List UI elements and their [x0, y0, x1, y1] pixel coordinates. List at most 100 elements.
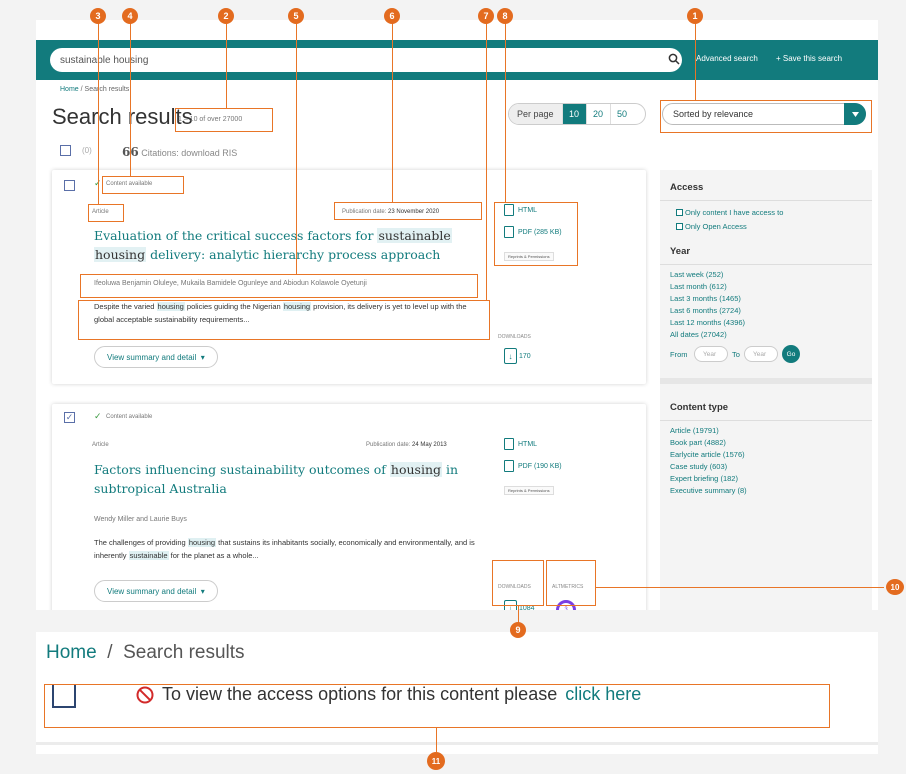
marker-11: 11	[427, 752, 445, 770]
per-page-option-50[interactable]: 50	[609, 104, 634, 124]
access-filter-my-access[interactable]: Only content I have access to	[676, 208, 783, 217]
search-bar: Advanced search + Save this search	[36, 40, 878, 80]
marker-8: 8	[497, 8, 513, 24]
breadcrumb: Home / Search results	[60, 86, 129, 93]
year-filter-last-6-months[interactable]: Last 6 months (2724)	[670, 306, 741, 315]
year-filter-last-week[interactable]: Last week (252)	[670, 270, 723, 279]
content-status: Content available	[106, 414, 153, 420]
citations-label: Citations: download RIS	[141, 148, 238, 158]
annotation-leader	[296, 20, 297, 274]
per-page-option-10[interactable]: 10	[561, 104, 586, 124]
divider	[660, 200, 872, 201]
content-type-heading: Content type	[670, 402, 729, 413]
view-summary-label: View summary and detail	[107, 352, 197, 362]
year-from-input[interactable]: Year	[694, 346, 728, 362]
per-page-label: Per page	[509, 104, 562, 124]
year-heading: Year	[670, 246, 691, 257]
annotation-leader	[98, 20, 99, 204]
save-search-link[interactable]: + Save this search	[776, 54, 842, 63]
annotation-leader	[596, 587, 884, 588]
content-type-expert-briefing[interactable]: Expert briefing (182)	[670, 474, 738, 483]
marker-6: 6	[384, 8, 400, 24]
view-summary-label: View summary and detail	[107, 586, 197, 596]
marker-10: 10	[886, 579, 904, 595]
annotation-box	[660, 100, 872, 133]
access-heading: Access	[670, 182, 704, 193]
view-summary-button[interactable]: View summary and detail ▾	[94, 346, 218, 368]
view-summary-button[interactable]: View summary and detail ▾	[94, 580, 218, 602]
abstract-text: for the planet as a whole...	[168, 551, 259, 560]
access-filter-open-access[interactable]: Only Open Access	[676, 222, 747, 231]
divider	[660, 420, 872, 421]
reprints-permissions-button[interactable]: Reprints & Permissions	[504, 486, 554, 495]
html-file-icon	[504, 438, 514, 450]
breadcrumb-current: Search results	[123, 642, 245, 663]
per-page-selector: Per page 10 20 50	[508, 103, 646, 125]
year-filter-last-3-months[interactable]: Last 3 months (1465)	[670, 294, 741, 303]
html-label: HTML	[518, 440, 538, 448]
title-text: Factors influencing sustainability outco…	[94, 462, 390, 477]
access-filter-label: Only content I have access to	[685, 208, 784, 217]
html-link[interactable]: HTML	[504, 438, 537, 450]
selected-count: (0)	[82, 146, 92, 155]
marker-9: 9	[510, 622, 526, 638]
result-title-link[interactable]: Factors influencing sustainability outco…	[94, 460, 474, 498]
publication-date-label: Publication date:	[366, 442, 411, 448]
annotation-box	[546, 560, 596, 606]
per-page-option-20[interactable]: 20	[585, 104, 610, 124]
content-type-book-part[interactable]: Book part (4882)	[670, 438, 726, 447]
result-title-link[interactable]: Evaluation of the critical success facto…	[94, 226, 474, 264]
divider	[660, 264, 872, 265]
pdf-file-icon	[504, 460, 514, 472]
divider	[660, 378, 872, 384]
abstract-highlight: sustainable	[128, 551, 169, 560]
divider	[36, 742, 878, 745]
breadcrumb: Home / Search results	[46, 642, 245, 664]
year-filter-all-dates[interactable]: All dates (27042)	[670, 330, 727, 339]
content-type-earlycite[interactable]: Earlycite article (1576)	[670, 450, 745, 459]
marker-7: 7	[478, 8, 494, 24]
citations-download-link[interactable]: 66 Citations: download RIS	[122, 145, 237, 159]
annotation-leader	[695, 20, 696, 100]
marker-1: 1	[687, 8, 703, 24]
title-highlight: housing	[94, 247, 147, 262]
marker-2: 2	[218, 8, 234, 24]
marker-5: 5	[288, 8, 304, 24]
publication-date-value: 24 May 2013	[412, 442, 447, 448]
annotation-box	[494, 202, 578, 266]
breadcrumb-home[interactable]: Home	[60, 86, 79, 93]
year-to-input[interactable]: Year	[744, 346, 778, 362]
abstract: The challenges of providing housing that…	[94, 536, 492, 562]
annotation-leader	[392, 20, 393, 202]
select-all-checkbox[interactable]	[60, 145, 71, 156]
pdf-label: PDF (190 KB)	[518, 462, 562, 470]
year-filter-last-12-months[interactable]: Last 12 months (4396)	[670, 318, 745, 327]
annotation-box	[88, 204, 124, 222]
content-type-executive-summary[interactable]: Executive summary (8)	[670, 486, 747, 495]
annotation-box	[175, 108, 273, 132]
checkbox-icon	[676, 223, 683, 230]
result-select-checkbox-checked[interactable]: ✓	[64, 412, 75, 423]
abstract-highlight: housing	[187, 538, 217, 547]
annotation-leader	[486, 20, 487, 300]
title-highlight: sustainable	[377, 228, 452, 243]
search-input[interactable]	[50, 48, 682, 72]
access-filter-label: Only Open Access	[685, 222, 747, 231]
breadcrumb-current: Search results	[84, 86, 130, 93]
downloads-count: ↓ 170	[504, 348, 531, 364]
content-type-article[interactable]: Article (19791)	[670, 426, 719, 435]
advanced-search-link[interactable]: Advanced search	[696, 54, 758, 63]
annotation-leader	[226, 20, 227, 108]
title-text: delivery: analytic hierarchy process app…	[146, 247, 441, 262]
search-icon[interactable]	[668, 53, 680, 65]
result-select-checkbox[interactable]	[64, 180, 75, 191]
authors: Wendy Miller and Laurie Buys	[94, 516, 187, 523]
year-filter-last-month[interactable]: Last month (612)	[670, 282, 727, 291]
pdf-link[interactable]: PDF (190 KB)	[504, 460, 562, 472]
abstract-text: The challenges of providing	[94, 538, 188, 547]
year-go-button[interactable]: Go	[782, 345, 800, 363]
download-icon: ↓	[504, 348, 517, 364]
breadcrumb-home[interactable]: Home	[46, 642, 97, 663]
annotation-box	[78, 300, 490, 340]
content-type-case-study[interactable]: Case study (603)	[670, 462, 727, 471]
